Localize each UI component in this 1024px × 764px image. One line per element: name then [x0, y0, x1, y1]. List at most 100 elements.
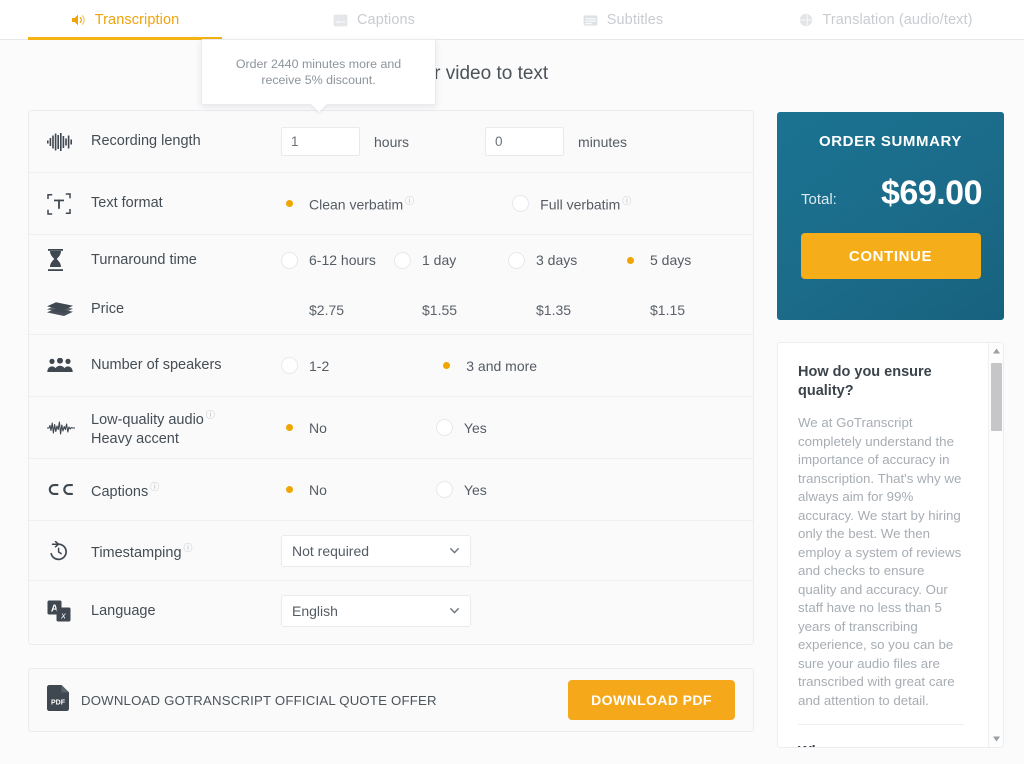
- globe-icon: [799, 13, 813, 27]
- faq-question-1[interactable]: How do you ensure quality?: [798, 363, 964, 401]
- help-icon[interactable]: ⓘ: [150, 482, 159, 492]
- audio-wave-icon: [47, 420, 91, 435]
- radio-indicator: [281, 251, 298, 269]
- radio-turnaround-2[interactable]: 3 days: [508, 251, 622, 269]
- form-row-low-quality-audio: Low-quality audio ⓘ Heavy accent No Yes: [29, 397, 753, 459]
- tab-transcription[interactable]: Transcription: [0, 0, 250, 40]
- faq-question-2[interactable]: Where are your transcriptionists located…: [798, 743, 964, 747]
- timestamping-select-wrapper: Not required: [281, 534, 471, 567]
- form-row-price: Price $2.75 $1.55 $1.35 $1.15: [29, 285, 753, 335]
- radio-turnaround-3[interactable]: 5 days: [622, 252, 691, 269]
- help-icon[interactable]: ⓘ: [622, 196, 631, 206]
- timestamping-select-value: Not required: [292, 542, 370, 559]
- order-total-value: $69.00: [881, 174, 983, 212]
- row-label-recording-length: Recording length: [91, 133, 201, 149]
- radio-clean-verbatim[interactable]: Clean verbatim ⓘ: [281, 194, 414, 213]
- faq-scrollbar[interactable]: [988, 343, 1003, 747]
- row-label-timestamping-text: Timestamping: [91, 544, 182, 561]
- radio-indicator: [508, 251, 525, 269]
- faq-answer-1: We at GoTranscript completely understand…: [798, 415, 962, 708]
- svg-text:PDF: PDF: [51, 699, 66, 706]
- clock-arrow-icon: [47, 540, 91, 561]
- row-label-language: Language: [91, 602, 156, 619]
- scroll-up-arrow-icon[interactable]: [992, 347, 1001, 355]
- tab-label: Subtitles: [606, 12, 664, 28]
- cc-icon: [47, 483, 91, 496]
- row-label-captions-text: Captions: [91, 483, 149, 500]
- order-form-card: Recording length hours minutes Text form…: [28, 110, 754, 645]
- radio-label-text: 3 days: [536, 252, 578, 268]
- tab-translation[interactable]: Translation (audio/text): [748, 0, 1024, 40]
- main-tab-bar: Transcription Captions Subtitles Transla…: [0, 0, 1024, 40]
- radio-indicator: [281, 195, 298, 212]
- help-icon[interactable]: ⓘ: [206, 410, 215, 420]
- radio-label-text: Yes: [463, 419, 487, 436]
- row-label-turnaround: Turnaround time: [91, 251, 197, 268]
- discount-tooltip-text: Order 2440 minutes more and receive 5% d…: [235, 57, 402, 87]
- form-row-text-format: Text format Clean verbatim ⓘ Full verbati…: [29, 173, 753, 235]
- faq-scrollbar-thumb[interactable]: [991, 363, 1002, 431]
- radio-label-text: Clean verbatim: [309, 196, 404, 213]
- radio-indicator: [281, 357, 298, 374]
- radio-speakers-3-plus[interactable]: 3 and more: [438, 357, 537, 374]
- radio-turnaround-1[interactable]: 1 day: [394, 251, 508, 269]
- faq-content: How do you ensure quality? We at GoTrans…: [778, 343, 984, 747]
- form-row-speakers: Number of speakers 1-2 3 and more: [29, 335, 753, 397]
- radio-full-verbatim[interactable]: Full verbatim ⓘ: [512, 194, 631, 213]
- radio-indicator: [622, 252, 639, 269]
- price-cell-0: $2.75: [309, 301, 345, 318]
- help-icon[interactable]: ⓘ: [405, 196, 414, 206]
- hours-input[interactable]: [281, 127, 360, 156]
- tab-captions[interactable]: Captions: [250, 0, 498, 40]
- language-select-value: English: [292, 603, 338, 619]
- minutes-input[interactable]: [485, 127, 565, 156]
- radio-lowquality-yes[interactable]: Yes: [435, 419, 487, 436]
- price-cell-1: $1.55: [422, 301, 458, 318]
- language-select-wrapper: English: [281, 595, 471, 627]
- radio-indicator: [512, 195, 530, 212]
- help-icon[interactable]: ⓘ: [184, 543, 193, 553]
- radio-label-text: No: [309, 481, 327, 498]
- row-label-low-quality-line2: Heavy accent: [91, 430, 179, 447]
- download-quote-bar: PDF DOWNLOAD GOTRANSCRIPT OFFICIAL QUOTE…: [28, 668, 754, 732]
- pdf-icon: PDF: [47, 684, 69, 716]
- order-total-row: Total: $69.00: [777, 150, 1004, 213]
- hours-unit-label: hours: [374, 133, 410, 150]
- continue-button[interactable]: CONTINUE: [800, 233, 981, 279]
- form-row-turnaround-time: Turnaround time 6-12 hours 1 day 3 days …: [29, 235, 753, 285]
- money-stack-icon: [47, 301, 91, 318]
- row-label-low-quality: Low-quality audio ⓘ Heavy accent: [91, 406, 281, 449]
- radio-captions-yes[interactable]: Yes: [435, 481, 487, 498]
- radio-label-text: 5 days: [650, 252, 692, 268]
- radio-indicator: [435, 419, 453, 436]
- radio-label-text: 1-2: [309, 357, 330, 374]
- radio-captions-no[interactable]: No: [281, 481, 327, 498]
- order-total-label: Total:: [801, 191, 837, 208]
- form-row-recording-length: Recording length hours minutes: [29, 111, 753, 173]
- radio-label-text: 1 day: [422, 252, 457, 268]
- waveform-icon: [47, 132, 91, 151]
- faq-divider: [798, 724, 964, 725]
- people-icon: [47, 358, 91, 373]
- tab-subtitles[interactable]: Subtitles: [498, 0, 748, 40]
- speaker-icon: [71, 13, 86, 27]
- row-label-price: Price: [91, 301, 125, 317]
- minutes-unit-label: minutes: [578, 133, 628, 150]
- price-cell-3: $1.15: [650, 301, 686, 318]
- price-cell-2: $1.35: [536, 301, 572, 318]
- download-pdf-button[interactable]: DOWNLOAD PDF: [568, 680, 735, 720]
- language-select[interactable]: English: [281, 595, 471, 627]
- radio-lowquality-no[interactable]: No: [281, 419, 327, 436]
- form-row-timestamping: Timestamping ⓘ Not required: [29, 521, 753, 581]
- scroll-down-arrow-icon[interactable]: [992, 735, 1001, 743]
- radio-indicator: [281, 419, 298, 436]
- tab-label: Translation (audio/text): [822, 12, 973, 28]
- radio-label-text: No: [309, 419, 327, 436]
- timestamping-select[interactable]: Not required: [281, 534, 471, 567]
- hourglass-icon: [47, 249, 91, 271]
- order-summary-title: ORDER SUMMARY: [818, 133, 963, 150]
- radio-indicator: [438, 357, 455, 374]
- radio-turnaround-0[interactable]: 6-12 hours: [281, 251, 394, 269]
- radio-speakers-1-2[interactable]: 1-2: [281, 357, 329, 374]
- text-format-icon: [47, 192, 91, 215]
